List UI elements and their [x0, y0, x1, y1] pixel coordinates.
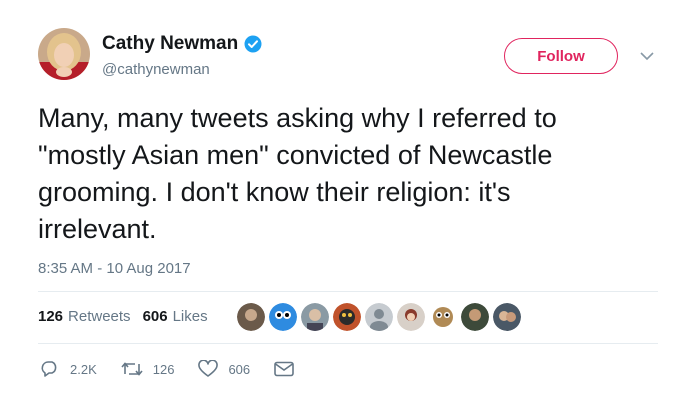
liker-avatar[interactable]: [397, 303, 425, 331]
likes-count: 606: [142, 308, 168, 325]
reply-button[interactable]: 2.2K: [40, 360, 97, 378]
liker-avatar[interactable]: [429, 303, 457, 331]
envelope-icon: [274, 361, 294, 377]
author-avatar[interactable]: [38, 28, 90, 80]
tweet-timestamp[interactable]: 8:35 AM - 10 Aug 2017: [38, 260, 191, 277]
retweet-icon: [121, 362, 143, 376]
liker-avatar[interactable]: [461, 303, 489, 331]
liker-avatars: [237, 303, 525, 331]
tweet-text-line: "mostly Asian men" convicted of Newcastl…: [38, 140, 553, 170]
reply-count: 2.2K: [70, 361, 97, 377]
author-name[interactable]: Cathy Newman: [102, 33, 262, 55]
reply-icon: [41, 361, 57, 377]
tweet-text-line: Many, many tweets asking why I referred …: [38, 103, 557, 133]
retweet-button[interactable]: 126: [121, 360, 175, 378]
liker-avatar[interactable]: [269, 303, 297, 331]
heart-icon: [198, 360, 219, 377]
retweets-label: Retweets: [68, 308, 131, 325]
verified-badge-icon: [244, 35, 262, 53]
liker-avatar[interactable]: [237, 303, 265, 331]
author-name-text[interactable]: Cathy Newman: [102, 33, 238, 55]
retweets-count: 126: [38, 308, 64, 325]
likes-label: Likes: [172, 308, 208, 325]
like-button[interactable]: 606: [198, 360, 250, 378]
liker-avatar[interactable]: [301, 303, 329, 331]
retweet-count: 126: [152, 361, 175, 377]
like-count: 606: [228, 361, 251, 377]
author-handle[interactable]: @cathynewman: [102, 61, 210, 78]
tweet-text-line: grooming. I don't know their religion: i…: [38, 177, 511, 207]
direct-message-button[interactable]: [274, 361, 304, 377]
tweet-text: Many, many tweets asking why I referred …: [38, 100, 658, 248]
liker-avatar[interactable]: [333, 303, 361, 331]
likes-stat[interactable]: 606 Likes: [143, 308, 208, 325]
divider: [38, 343, 658, 344]
tweet-text-line: irrelevant.: [38, 214, 157, 244]
follow-button[interactable]: Follow: [504, 38, 618, 74]
liker-avatar[interactable]: [493, 303, 521, 331]
tweet-stats: 126 Retweets 606 Likes: [38, 308, 208, 325]
retweets-stat[interactable]: 126 Retweets: [38, 308, 131, 325]
chevron-down-icon[interactable]: [640, 48, 654, 61]
tweet-actions: 2.2K 126 606: [40, 360, 328, 378]
divider: [38, 291, 658, 292]
liker-avatar[interactable]: [365, 303, 393, 331]
